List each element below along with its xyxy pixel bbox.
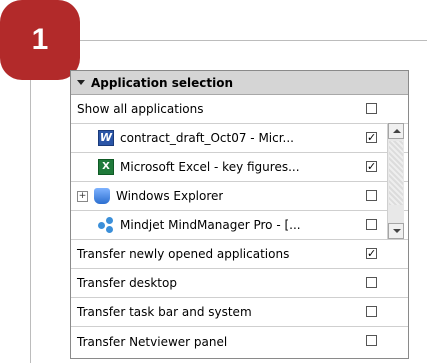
mindmanager-icon — [98, 217, 114, 233]
windows-explorer-icon — [94, 188, 110, 204]
scroll-thumb[interactable] — [389, 141, 403, 205]
app-row-excel[interactable]: X Microsoft Excel - key figures... — [71, 153, 408, 182]
transfer-new-apps-checkbox[interactable] — [366, 248, 377, 259]
show-all-applications-label: Show all applications — [77, 102, 204, 116]
app-checkbox-explorer[interactable] — [366, 190, 377, 201]
transfer-new-apps-row[interactable]: Transfer newly opened applications — [71, 240, 408, 269]
panel-title: Application selection — [91, 75, 234, 90]
collapse-arrow-icon[interactable] — [77, 80, 85, 85]
excel-icon: X — [98, 159, 114, 175]
transfer-netviewer-row[interactable]: Transfer Netviewer panel — [71, 327, 408, 356]
transfer-taskbar-row[interactable]: Transfer task bar and system — [71, 298, 408, 327]
transfer-desktop-checkbox[interactable] — [366, 277, 377, 288]
app-row-word[interactable]: W contract_draft_Oct07 - Micr... — [71, 124, 408, 153]
word-icon: W — [98, 130, 114, 146]
panel-header[interactable]: Application selection — [71, 71, 408, 95]
transfer-netviewer-checkbox[interactable] — [366, 335, 377, 346]
app-checkbox-excel[interactable] — [366, 161, 377, 172]
expand-icon[interactable]: + — [77, 190, 88, 202]
app-checkbox-mindmanager[interactable] — [366, 219, 377, 230]
show-all-applications-row[interactable]: Show all applications — [71, 95, 408, 124]
option-label: Transfer Netviewer panel — [77, 334, 228, 349]
show-all-applications-checkbox[interactable] — [366, 103, 377, 114]
app-label: contract_draft_Oct07 - Micr... — [120, 131, 294, 145]
transfer-desktop-row[interactable]: Transfer desktop — [71, 269, 408, 298]
app-label: Microsoft Excel - key figures... — [120, 160, 300, 174]
option-label: Transfer newly opened applications — [77, 247, 290, 261]
app-row-mindmanager[interactable]: Mindjet MindManager Pro - [... — [71, 211, 408, 240]
app-label: Windows Explorer — [116, 189, 224, 203]
option-label: Transfer task bar and system — [77, 305, 252, 319]
step-number-badge: 1 — [0, 0, 80, 80]
application-selection-panel: Application selection Show all applicati… — [70, 70, 409, 359]
app-label: Mindjet MindManager Pro - [... — [120, 218, 301, 232]
app-checkbox-word[interactable] — [366, 132, 377, 143]
scroll-up-button[interactable] — [388, 123, 404, 139]
scroll-down-button[interactable] — [388, 223, 404, 239]
option-label: Transfer desktop — [77, 276, 177, 290]
app-list-scrollbar[interactable] — [387, 123, 404, 239]
transfer-taskbar-checkbox[interactable] — [366, 306, 377, 317]
app-row-explorer[interactable]: + Windows Explorer — [71, 182, 408, 211]
